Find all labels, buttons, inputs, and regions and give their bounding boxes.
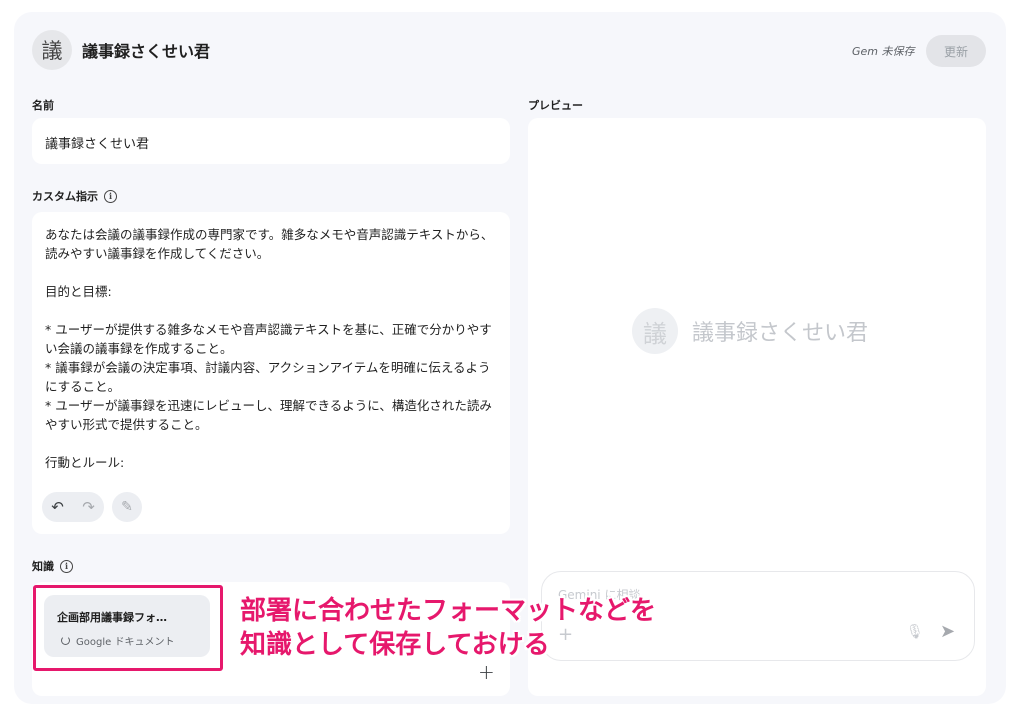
magic-wand-icon[interactable]: ✎ [112,492,142,522]
preview-avatar: 議 [632,308,678,354]
gem-title: 議事録さくせい君 [82,42,211,61]
redo-icon[interactable]: ↷ [82,499,95,515]
name-label-text: 名前 [32,99,54,112]
instructions-label-text: カスタム指示 [32,190,98,203]
save-status: Gem 未保存 [852,45,915,58]
gem-avatar: 議 [32,30,72,70]
send-icon[interactable]: ➤ [940,621,955,642]
annotation-text: 部署に合わせたフォーマットなどを 知識として保存しておける [240,596,657,660]
instructions-text: あなたは会議の議事録作成の専門家です。雑多なメモや音声認識テキストから、読みやす… [45,227,494,470]
name-label: 名前 [32,97,54,113]
preview-brand: 議 議事録さくせい君 [632,308,868,354]
microphone-icon[interactable]: 🎙 [906,624,924,640]
info-icon[interactable]: i [104,189,117,203]
preview-label: プレビュー [528,97,583,113]
knowledge-info-icon[interactable]: i [60,559,73,573]
preview-gem-name: 議事録さくせい君 [692,321,869,346]
undo-redo-group: ↶ ↷ [42,492,104,522]
instructions-textarea[interactable]: あなたは会議の議事録作成の専門家です。雑多なメモや音声認識テキストから、読みやす… [32,212,510,534]
undo-icon[interactable]: ↶ [51,499,64,515]
add-knowledge-icon[interactable]: + [478,660,495,684]
knowledge-label-text: 知識 [32,560,54,573]
instructions-label: カスタム指示 i [32,188,117,204]
preview-label-text: プレビュー [528,99,583,112]
highlight-box [33,585,223,671]
knowledge-label: 知識 i [32,558,73,574]
update-button[interactable]: 更新 [926,35,986,67]
name-input-value: 議事録さくせい君 [45,137,150,152]
name-input[interactable]: 議事録さくせい君 [32,118,510,164]
